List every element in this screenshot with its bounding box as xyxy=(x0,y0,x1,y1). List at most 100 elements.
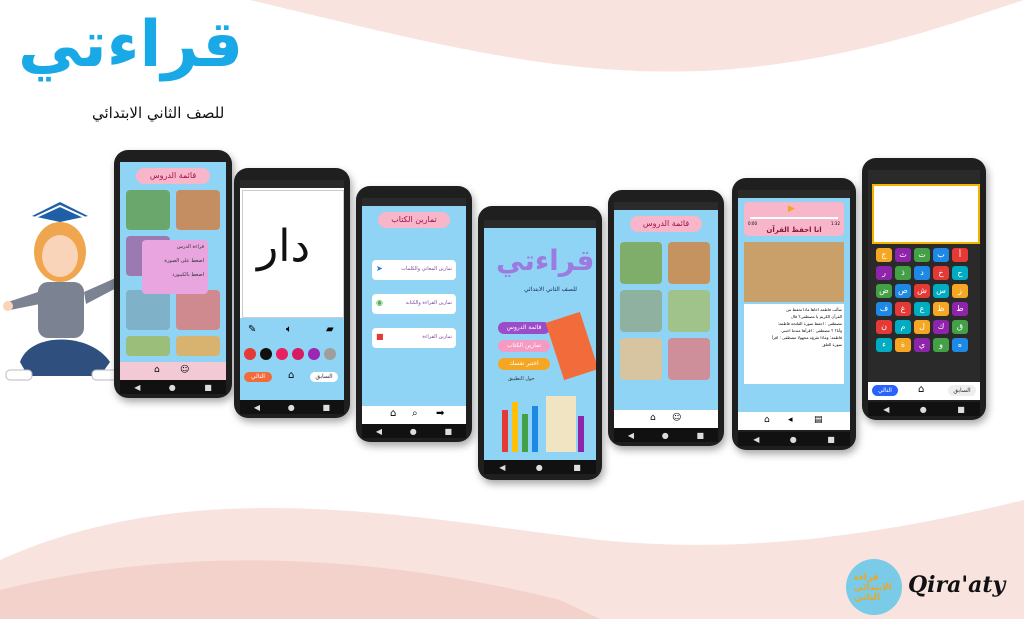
recents-icon[interactable]: ■ xyxy=(204,383,212,392)
lesson-thumb[interactable] xyxy=(176,336,220,356)
color-gray[interactable] xyxy=(324,348,336,360)
audio-progress[interactable] xyxy=(750,217,838,219)
next-button[interactable]: التالي xyxy=(244,372,272,382)
letter-key[interactable]: ص xyxy=(895,284,911,298)
letter-key[interactable]: ء xyxy=(876,338,892,352)
back-icon[interactable]: ◀ xyxy=(134,383,140,392)
letter-key[interactable]: س xyxy=(933,284,949,298)
recents-icon[interactable]: ■ xyxy=(445,427,453,436)
home-icon[interactable]: ⌂ xyxy=(650,413,656,423)
letter-key[interactable]: ل xyxy=(914,320,930,334)
about-link[interactable]: حول التطبيق xyxy=(508,376,535,382)
back-icon[interactable]: ◀ xyxy=(499,463,505,472)
test-yourself-button[interactable]: اختبر نفسك xyxy=(498,358,550,370)
speaker-icon[interactable]: ◂ xyxy=(788,415,793,425)
menu-item-read-lesson[interactable]: قراءة الدرس xyxy=(142,240,208,250)
letter-key[interactable]: ت xyxy=(914,248,930,262)
home-nav-icon[interactable]: ● xyxy=(662,431,669,440)
lesson-thumb[interactable] xyxy=(668,242,710,284)
letter-key[interactable]: ج xyxy=(876,248,892,262)
menu-item-tap-image[interactable]: اضغط على الصورة xyxy=(142,250,208,264)
prev-button[interactable]: السابق xyxy=(310,372,338,382)
home-icon[interactable]: ⌂ xyxy=(154,365,160,375)
letter-key[interactable]: ش xyxy=(914,284,930,298)
exercise-item[interactable]: ◉ تمارين القراءة والكتابة xyxy=(372,294,456,314)
lesson-thumb[interactable] xyxy=(126,190,170,230)
speaker-icon[interactable]: 🔈︎ xyxy=(286,324,292,335)
letter-key[interactable]: ب xyxy=(933,248,949,262)
letter-key[interactable]: د xyxy=(914,266,930,280)
home-nav-icon[interactable]: ● xyxy=(288,403,295,412)
book-exercises-button[interactable]: تمارين الكتاب xyxy=(498,340,550,352)
lesson-thumb[interactable] xyxy=(176,190,220,230)
back-icon[interactable]: ◀ xyxy=(883,405,889,414)
prev-button[interactable]: السابق xyxy=(948,385,976,396)
book-icon[interactable]: ▤ xyxy=(814,415,823,425)
menu-item-keyboard[interactable]: اضغط بالكيبورد xyxy=(142,264,208,278)
profile-icon[interactable]: ☺ xyxy=(672,413,681,423)
letter-key[interactable]: ك xyxy=(933,320,949,334)
letter-key[interactable]: ح xyxy=(952,266,968,280)
recents-icon[interactable]: ■ xyxy=(323,403,331,412)
home-nav-icon[interactable]: ● xyxy=(920,405,927,414)
color-red[interactable] xyxy=(244,348,256,360)
letter-key[interactable]: ع xyxy=(914,302,930,316)
lesson-thumb[interactable] xyxy=(126,290,170,330)
home-nav-icon[interactable]: ● xyxy=(410,427,417,436)
exercise-item[interactable]: ■ تمارين القراءة xyxy=(372,328,456,348)
letter-key[interactable]: م xyxy=(895,320,911,334)
letter-key[interactable]: ذ xyxy=(895,266,911,280)
exercise-item[interactable]: ➤ تمارين المعاني والكلمات xyxy=(372,260,456,280)
back-icon[interactable]: ◀ xyxy=(753,435,759,444)
letter-key[interactable]: ض xyxy=(876,284,892,298)
letter-key[interactable]: ة xyxy=(895,338,911,352)
search-icon[interactable]: ⌕ xyxy=(412,408,418,419)
back-icon[interactable]: ◀ xyxy=(254,403,260,412)
letter-key[interactable]: غ xyxy=(895,302,911,316)
lesson-thumb[interactable] xyxy=(620,242,662,284)
letter-key[interactable]: ي xyxy=(914,338,930,352)
home-nav-icon[interactable]: ● xyxy=(790,435,797,444)
lessons-button[interactable]: قائمة الدروس xyxy=(498,322,550,334)
letter-key[interactable]: ط xyxy=(952,302,968,316)
letter-key[interactable]: ث xyxy=(895,248,911,262)
play-icon[interactable]: ▶ xyxy=(788,204,795,214)
letter-key[interactable]: خ xyxy=(933,266,949,280)
lesson-thumb[interactable] xyxy=(668,290,710,332)
letter-key[interactable]: ز xyxy=(952,284,968,298)
letter-key[interactable]: ق xyxy=(952,320,968,334)
home-nav-icon[interactable]: ● xyxy=(169,383,176,392)
eraser-icon[interactable]: ▰ xyxy=(326,324,334,335)
lesson-thumb[interactable] xyxy=(668,338,710,380)
letter-key[interactable]: ر xyxy=(876,266,892,280)
drawing-canvas[interactable]: دار xyxy=(242,190,344,318)
next-button[interactable]: التالي xyxy=(872,385,898,396)
pencil-icon[interactable]: ✎ xyxy=(248,324,256,335)
recents-icon[interactable]: ■ xyxy=(957,405,965,414)
color-purple[interactable] xyxy=(308,348,320,360)
color-black[interactable] xyxy=(260,348,272,360)
color-magenta[interactable] xyxy=(292,348,304,360)
arrow-right-icon[interactable]: ➡ xyxy=(436,408,444,419)
lesson-thumb[interactable] xyxy=(620,338,662,380)
letter-key[interactable]: ه xyxy=(952,338,968,352)
recents-icon[interactable]: ■ xyxy=(827,435,835,444)
recents-icon[interactable]: ■ xyxy=(697,431,705,440)
letter-key[interactable]: و xyxy=(933,338,949,352)
home-icon[interactable]: ⌂ xyxy=(764,415,770,425)
profile-icon[interactable]: ☺ xyxy=(180,365,189,375)
home-icon[interactable]: ⌂ xyxy=(918,384,924,395)
letter-key[interactable]: ظ xyxy=(933,302,949,316)
letter-key[interactable]: ن xyxy=(876,320,892,334)
recents-icon[interactable]: ■ xyxy=(573,463,581,472)
lesson-thumb[interactable] xyxy=(620,290,662,332)
letter-key[interactable]: أ xyxy=(952,248,968,262)
back-icon[interactable]: ◀ xyxy=(628,431,634,440)
lesson-thumb[interactable] xyxy=(176,290,220,330)
letter-key[interactable]: ف xyxy=(876,302,892,316)
home-icon[interactable]: ⌂ xyxy=(390,408,396,419)
back-icon[interactable]: ◀ xyxy=(376,427,382,436)
lesson-thumb[interactable] xyxy=(126,336,170,356)
home-icon[interactable]: ⌂ xyxy=(288,370,294,381)
color-pink[interactable] xyxy=(276,348,288,360)
